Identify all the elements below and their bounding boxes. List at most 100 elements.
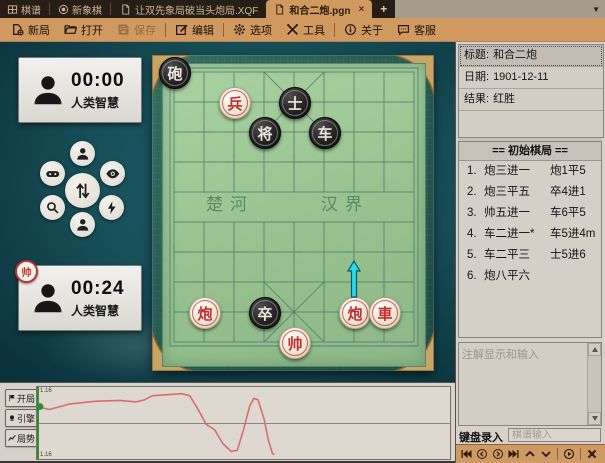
tab-pgn-file[interactable]: 和合二炮.pgn × (266, 0, 372, 18)
tools-button[interactable]: 工具 (279, 18, 332, 41)
annotation-scrollbar[interactable] (587, 343, 601, 425)
info-row-title[interactable]: 标题:和合二炮 (459, 45, 603, 67)
black-move[interactable]: 车6平5 (550, 203, 586, 224)
black-move[interactable]: 炮1平5 (550, 161, 586, 182)
black-move[interactable]: 卒4进1 (550, 182, 586, 203)
xiangqi-piece-black[interactable]: 车 (309, 117, 341, 149)
delete-button[interactable] (585, 447, 599, 461)
move-list[interactable]: == 初始棋局 == 1.炮三进一炮1平5 2.炮三平五卒4进1 3.帅五进一车… (458, 141, 602, 338)
close-icon (586, 448, 598, 460)
info-label: 标题: (464, 49, 489, 61)
red-move[interactable]: 炮三平五 (484, 182, 550, 203)
bottom-player-clock: 00:24 (71, 278, 125, 300)
tab-label: 让双先象局破当头炮局.XQF (135, 2, 258, 17)
new-tab-button[interactable]: + (372, 0, 395, 18)
toolbar-button-label: 选项 (250, 22, 272, 38)
move-row[interactable]: 1.炮三进一炮1平5 (459, 161, 601, 182)
tab-engine[interactable]: 引擎 (5, 409, 38, 427)
xiangqi-piece-red[interactable]: 車 (369, 297, 401, 329)
move-list-header[interactable]: == 初始棋局 == (459, 142, 601, 161)
navbar-separator (580, 448, 581, 460)
red-move[interactable]: 炮八平六 (484, 266, 550, 287)
move-number: 1. (467, 161, 484, 182)
info-row-date[interactable]: 日期:1901-12-11 (459, 67, 603, 89)
options-button[interactable]: 选项 (226, 18, 279, 41)
variation-up-button[interactable] (523, 447, 537, 461)
prev-move-button[interactable] (475, 447, 489, 461)
scroll-up-icon[interactable] (588, 343, 601, 356)
eye-button[interactable] (100, 161, 125, 186)
red-move[interactable]: 帅五进一 (484, 203, 550, 224)
chevron-up-icon (524, 448, 536, 460)
info-row-result[interactable]: 结果:红胜 (459, 89, 603, 111)
xiangqi-piece-black[interactable]: 士 (279, 87, 311, 119)
xiangqi-piece-red[interactable]: 炮 (339, 297, 371, 329)
move-number: 4. (467, 224, 484, 245)
edit-icon (175, 23, 188, 36)
tab-label: 开局 (17, 392, 35, 405)
tab-close-icon[interactable]: × (358, 4, 364, 15)
new-game-button[interactable]: 新局 (4, 18, 57, 41)
move-row[interactable]: 2.炮三平五卒4进1 (459, 182, 601, 203)
open-button[interactable]: 打开 (57, 18, 110, 41)
xiangqi-piece-red[interactable]: 炮 (189, 297, 221, 329)
next-move-button[interactable] (491, 447, 505, 461)
xiangqi-piece-black[interactable]: 砲 (159, 57, 191, 89)
red-move[interactable]: 炮三进一 (484, 161, 550, 182)
tab-opening[interactable]: 开局 (5, 389, 38, 407)
black-move[interactable]: 车5进4m (550, 224, 595, 245)
red-move[interactable]: 车二平三 (484, 245, 550, 266)
menu-item-manual[interactable]: 棋谱 (0, 0, 48, 18)
about-button[interactable]: 关于 (337, 18, 390, 41)
xiangqi-piece-black[interactable]: 卒 (249, 297, 281, 329)
xiangqi-board[interactable]: 楚河 汉界 砲兵士将车炮卒帅炮車 (162, 63, 426, 367)
move-entry-input[interactable] (508, 428, 601, 442)
skip-end-icon (508, 448, 520, 460)
red-move[interactable]: 车二进一* (484, 224, 550, 245)
xiangqi-piece-red[interactable]: 兵 (219, 87, 251, 119)
top-player-card: 00:00 人类智慧 (18, 57, 142, 123)
app-window: 棋谱 新象棋 让双先象局破当头炮局.XQF 和合二炮.pgn × + ▼ 新局 (0, 0, 605, 463)
last-move-button[interactable] (507, 447, 521, 461)
xiangqi-piece-red[interactable]: 帅 (279, 327, 311, 359)
tab-trend[interactable]: 局势 (5, 429, 38, 447)
scroll-down-icon[interactable] (588, 412, 601, 425)
tab-label: 局势 (17, 432, 35, 445)
next-circle-icon (492, 448, 504, 460)
support-button[interactable]: 客服 (390, 18, 443, 41)
move-row[interactable]: 3.帅五进一车6平5 (459, 203, 601, 224)
menu-item-app[interactable]: 新象棋 (51, 0, 109, 18)
search-icon (45, 200, 61, 216)
play-circle-icon (563, 448, 575, 460)
move-row[interactable]: 5.车二平三士5进6 (459, 245, 601, 266)
variation-down-button[interactable] (539, 447, 553, 461)
move-row[interactable]: 6.炮八平六 (459, 266, 601, 287)
toolbar-button-label: 打开 (81, 22, 103, 38)
gamepad-button[interactable] (40, 161, 65, 186)
gear-icon (233, 23, 246, 36)
engine-power-button[interactable] (99, 195, 124, 220)
move-nav-bar (456, 444, 605, 463)
swap-sides-button[interactable] (65, 173, 100, 208)
search-button[interactable] (40, 195, 65, 220)
first-move-button[interactable] (459, 447, 473, 461)
tools-icon (286, 23, 299, 36)
black-move[interactable]: 士5进6 (550, 245, 586, 266)
toolbar-separator (223, 23, 224, 37)
tab-xqf-file[interactable]: 让双先象局破当头炮局.XQF (112, 0, 266, 18)
chevron-down-icon[interactable]: ▼ (592, 5, 600, 14)
evaluation-line (37, 387, 450, 459)
edit-button[interactable]: 编辑 (168, 18, 221, 41)
save-button: 保存 (110, 18, 163, 41)
annotation-input[interactable] (459, 343, 587, 425)
bottom-player-type-button[interactable] (70, 212, 95, 237)
evaluation-graph[interactable]: 1.16 1.16 (36, 386, 451, 460)
xiangqi-piece-black[interactable]: 将 (249, 117, 281, 149)
tab-bar: 棋谱 新象棋 让双先象局破当头炮局.XQF 和合二炮.pgn × + ▼ (0, 0, 605, 18)
move-number: 2. (467, 182, 484, 203)
top-player-type-button[interactable] (70, 141, 95, 166)
gamepad-icon (45, 166, 61, 182)
player-avatar-icon (29, 279, 67, 317)
move-row[interactable]: 4.车二进一*车5进4m (459, 224, 601, 245)
autoplay-button[interactable] (562, 447, 576, 461)
